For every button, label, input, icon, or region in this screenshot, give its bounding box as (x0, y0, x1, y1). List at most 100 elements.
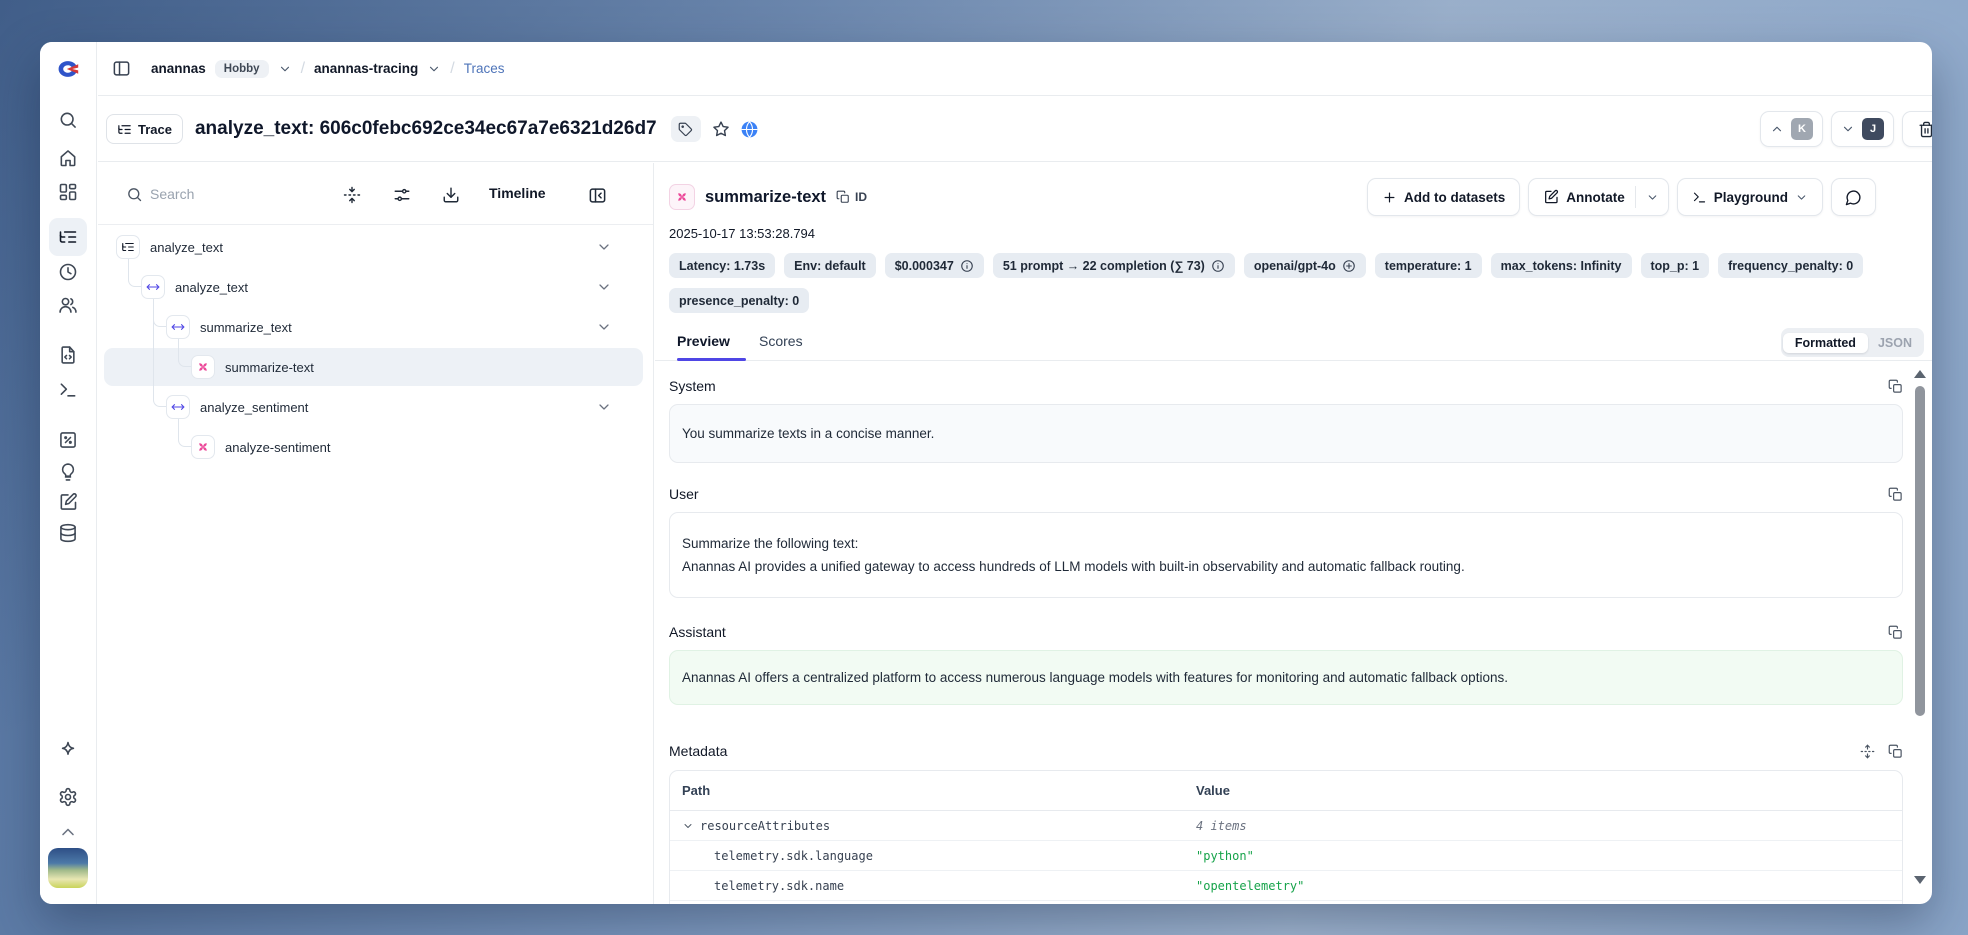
copy-icon[interactable] (1888, 625, 1903, 640)
tree-row-generation[interactable]: analyze-sentiment (98, 427, 653, 467)
chevron-down-icon[interactable] (1646, 191, 1659, 204)
trace-tree-icon (117, 122, 132, 137)
user-avatar[interactable] (48, 848, 88, 888)
comments-button[interactable] (1831, 178, 1876, 216)
scrollbar-up-arrow[interactable] (1914, 370, 1926, 378)
chevron-down-icon[interactable] (427, 62, 441, 76)
observation-detail-panel: summarize-text ID Add to datasets Annota… (655, 163, 1932, 904)
chevron-down-icon[interactable] (682, 820, 694, 832)
delete-trace-button[interactable] (1902, 111, 1932, 147)
copy-icon[interactable] (1888, 744, 1903, 759)
chevron-down-icon[interactable] (596, 319, 612, 335)
format-toggle-json[interactable]: JSON (1868, 333, 1922, 353)
annotation-pen-icon[interactable] (58, 492, 78, 512)
tree-row-span[interactable]: summarize_text (98, 307, 653, 347)
span-icon (166, 395, 190, 419)
observation-title: summarize-text (705, 188, 826, 207)
timeline-toggle[interactable]: Timeline (489, 185, 546, 201)
token-usage-badge: 51 prompt → 22 completion (∑ 73) (993, 253, 1235, 278)
copy-icon[interactable] (1888, 487, 1903, 502)
divider (1635, 186, 1636, 208)
format-toggle-formatted[interactable]: Formatted (1783, 333, 1868, 353)
metadata-row (670, 901, 1902, 904)
breadcrumb-traces-link[interactable]: Traces (464, 61, 505, 76)
unfold-vertical-icon[interactable] (1860, 744, 1875, 759)
filter-sliders-icon[interactable] (393, 186, 411, 204)
collapse-chevron-icon[interactable] (58, 822, 78, 842)
tag-button[interactable] (671, 116, 701, 142)
trace-type-badge: Trace (106, 114, 183, 144)
home-icon[interactable] (58, 148, 78, 168)
tree-row-trace[interactable]: analyze_text (98, 227, 653, 267)
add-to-datasets-button[interactable]: Add to datasets (1367, 178, 1520, 216)
tree-row-generation-selected[interactable]: summarize-text (98, 347, 653, 387)
assistant-message-box: Anannas AI offers a centralized platform… (669, 650, 1903, 705)
chevron-down-icon[interactable] (278, 62, 292, 76)
observation-timestamp: 2025-10-17 13:53:28.794 (669, 226, 815, 241)
plus-icon (1382, 190, 1397, 205)
copy-id-button[interactable] (836, 190, 850, 204)
sessions-clock-icon[interactable] (58, 262, 78, 282)
playground-terminal-icon[interactable] (58, 380, 78, 400)
trace-tree-icon (116, 235, 140, 259)
scrollbar-down-arrow[interactable] (1914, 876, 1926, 884)
model-badge: openai/gpt-4o (1244, 253, 1366, 278)
metadata-row: telemetry.sdk.name "opentelemetry" (670, 871, 1902, 901)
info-icon[interactable] (960, 259, 974, 273)
tree-row-span[interactable]: analyze_text (98, 267, 653, 307)
chevron-down-icon[interactable] (596, 399, 612, 415)
tab-scores[interactable]: Scores (759, 333, 803, 349)
download-icon[interactable] (442, 186, 460, 204)
search-input[interactable] (150, 179, 310, 209)
chevron-down-icon[interactable] (596, 279, 612, 295)
app-logo[interactable] (57, 60, 79, 78)
chevron-down-icon[interactable] (596, 239, 612, 255)
tree-toolbar: Timeline (98, 163, 653, 225)
breadcrumb-project[interactable]: anannas-tracing (314, 61, 418, 76)
globe-public-icon (740, 120, 759, 139)
playground-button[interactable]: Playground (1677, 178, 1823, 216)
trash-icon (1918, 121, 1933, 138)
panel-collapse-icon[interactable] (588, 186, 607, 205)
dashboard-icon[interactable] (58, 182, 78, 202)
prompts-file-code-icon[interactable] (58, 345, 78, 365)
metadata-row-group[interactable]: resourceAttributes 4 items (670, 811, 1902, 841)
top-p-badge: top_p: 1 (1641, 253, 1710, 278)
users-icon[interactable] (58, 295, 78, 315)
tree-row-span[interactable]: analyze_sentiment (98, 387, 653, 427)
settings-gear-icon[interactable] (58, 787, 78, 807)
detail-tabs: Preview Scores Formatted JSON (655, 326, 1932, 361)
sidebar-toggle-button[interactable] (110, 58, 132, 80)
metadata-table: Path Value resourceAttributes 4 items (669, 770, 1903, 904)
tab-preview[interactable]: Preview (677, 333, 730, 349)
chevron-down-icon (1795, 191, 1808, 204)
scrollbar-thumb[interactable] (1915, 386, 1925, 716)
annotate-split-button[interactable]: Annotate (1528, 178, 1669, 216)
info-icon[interactable] (1211, 259, 1225, 273)
cost-badge: $0.000347 (885, 253, 984, 278)
chevron-down-icon (1841, 122, 1855, 136)
copy-icon[interactable] (1888, 379, 1903, 394)
public-share-button[interactable] (740, 120, 759, 139)
max-tokens-badge: max_tokens: Infinity (1491, 253, 1632, 278)
kbd-j: J (1862, 118, 1884, 140)
fold-vertical-icon[interactable] (343, 186, 361, 204)
system-heading: System (669, 378, 716, 394)
message-bubble-icon (1845, 189, 1862, 206)
span-icon (166, 315, 190, 339)
search-icon[interactable] (58, 110, 78, 130)
lightbulb-icon[interactable] (58, 462, 78, 482)
breadcrumb: anannas Hobby / anannas-tracing / Traces (98, 42, 1932, 96)
evals-percent-icon[interactable] (58, 430, 78, 450)
generation-icon (191, 435, 215, 459)
prev-trace-button[interactable]: K (1760, 111, 1823, 147)
sidebar-item-tracing[interactable] (49, 218, 87, 256)
plus-circle-icon[interactable] (1342, 259, 1356, 273)
sparkle-icon[interactable] (58, 740, 78, 760)
datasets-database-icon[interactable] (58, 523, 78, 543)
active-tab-underline (677, 358, 746, 361)
breadcrumb-org[interactable]: anannas (151, 61, 206, 76)
next-trace-button[interactable]: J (1831, 111, 1894, 147)
terminal-icon (1692, 190, 1707, 205)
bookmark-star-button[interactable] (712, 120, 730, 138)
